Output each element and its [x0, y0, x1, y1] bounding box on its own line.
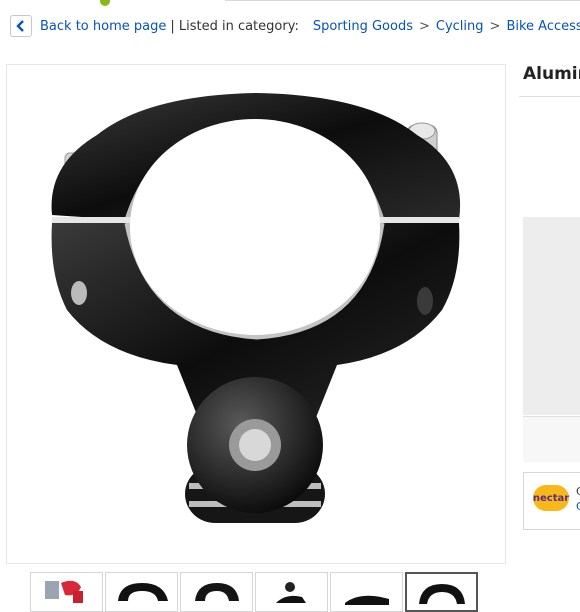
thumbnail-image [419, 584, 465, 604]
listed-in-category-label: | Listed in category: [170, 18, 299, 34]
thumbnail-image [345, 595, 389, 605]
bike-mount-clamp-image [7, 65, 505, 563]
product-title: Alumir [523, 64, 580, 84]
breadcrumb-separator: > [418, 18, 430, 34]
thumbnail-3[interactable] [180, 572, 253, 612]
thumbnail-image [118, 583, 168, 601]
nectar-badge-icon: nectar [533, 485, 569, 511]
thumbnail-6-selected[interactable] [405, 572, 478, 612]
back-to-home-link[interactable]: Back to home page [40, 19, 166, 34]
main-product-image[interactable] [6, 64, 506, 564]
breadcrumb-separator: > [489, 18, 501, 34]
site-logo-fragment [100, 0, 110, 6]
breadcrumb: Back to home page | Listed in category: … [10, 13, 580, 39]
breadcrumb-cycling[interactable]: Cycling [436, 19, 484, 34]
header-divider [225, 0, 580, 1]
thumbnail-2[interactable] [105, 572, 178, 612]
thumbnail-strip [30, 572, 480, 612]
nectar-text: C [576, 485, 580, 498]
back-button[interactable] [10, 15, 32, 37]
thumbnail-image [276, 582, 306, 603]
title-divider [519, 96, 580, 97]
thumbnail-4[interactable] [255, 572, 328, 612]
breadcrumb-sporting-goods[interactable]: Sporting Goods [313, 19, 413, 34]
price-panel-footer [523, 416, 580, 462]
price-panel [523, 217, 580, 415]
thumbnail-5[interactable] [330, 572, 403, 612]
thumbnail-image [195, 583, 239, 601]
breadcrumb-bike-accessories[interactable]: Bike Accessori [506, 19, 580, 34]
nectar-link[interactable]: C [576, 500, 580, 513]
nectar-rewards-box[interactable]: nectar C C [523, 472, 580, 530]
thumbnail-1[interactable] [30, 572, 103, 612]
top-header-strip [0, 0, 580, 8]
chevron-left-icon [16, 20, 24, 32]
thumbnail-image [45, 580, 83, 603]
